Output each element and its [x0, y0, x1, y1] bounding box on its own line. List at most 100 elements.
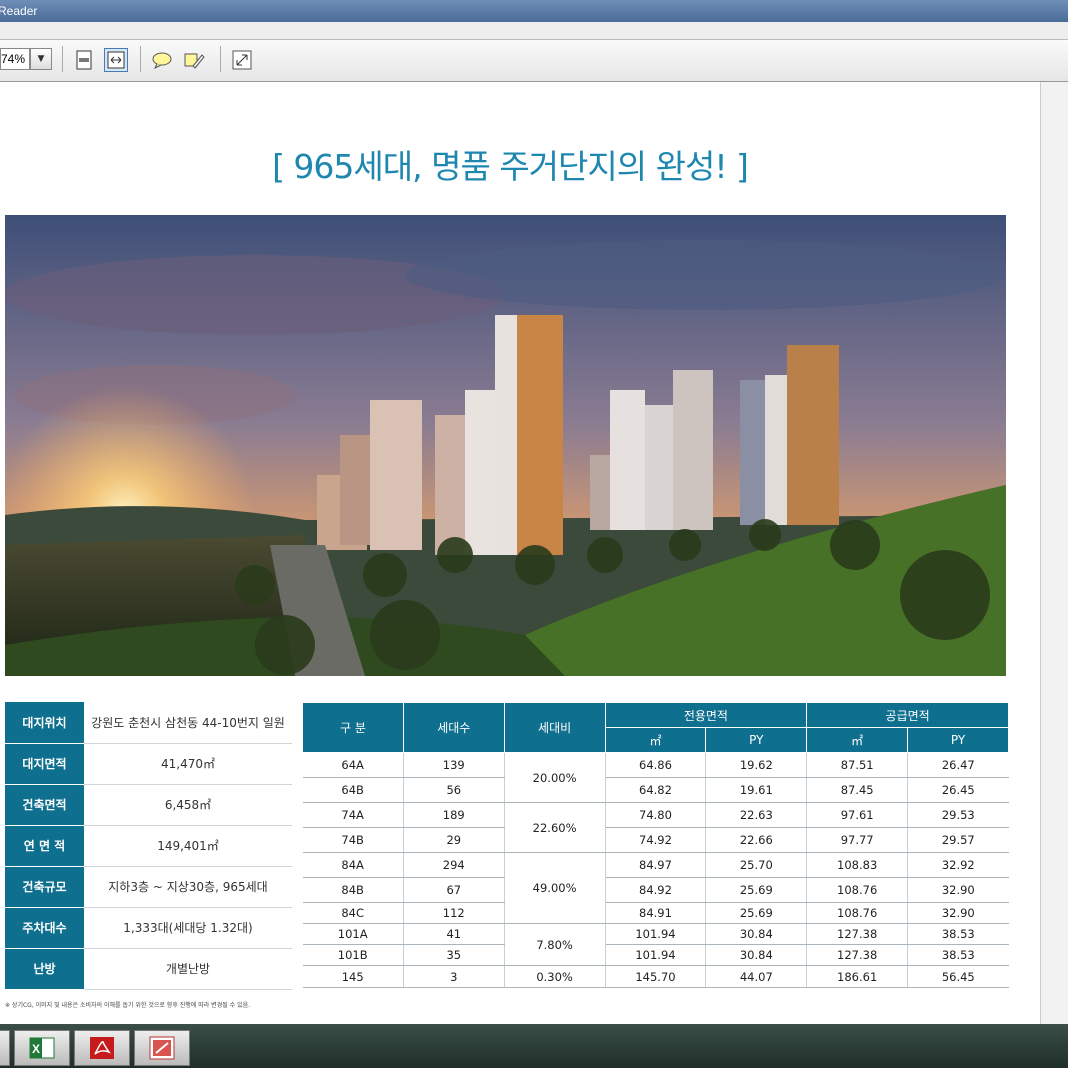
table-row: 84B 67 84.92 25.69 108.76 32.90 — [302, 877, 1009, 903]
table-row: 84C 112 84.91 25.69 108.76 32.90 — [302, 902, 1009, 924]
cell-households: 56 — [403, 777, 505, 803]
col-header-ratio: 세대비 — [503, 702, 606, 753]
cell-supply-py: 26.47 — [907, 752, 1009, 778]
taskbar-ppt[interactable] — [134, 1030, 190, 1066]
info-label: 주차대수 — [5, 907, 84, 949]
apartment-rendering-image — [5, 215, 1006, 676]
zoom-dropdown-button[interactable]: ▼ — [30, 48, 52, 70]
cell-supply-m2: 87.51 — [806, 752, 909, 778]
cell-supply-py: 32.90 — [907, 877, 1009, 903]
cell-type: 64B — [302, 777, 404, 803]
cell-households: 29 — [403, 827, 505, 853]
expand-button[interactable] — [230, 48, 254, 72]
table-row: 74A 189 22.60% 74.80 22.63 97.61 29.53 — [302, 802, 1009, 853]
highlight-pen-icon — [184, 53, 205, 69]
cell-supply-py: 38.53 — [907, 923, 1009, 945]
cell-exclusive-py: 44.07 — [705, 965, 808, 988]
cell-supply-py: 29.57 — [907, 827, 1009, 853]
fit-width-button[interactable] — [104, 48, 128, 72]
info-label: 대지위치 — [5, 702, 84, 744]
taskbar-excel[interactable]: X — [14, 1030, 70, 1066]
table-row: 145 3 0.30% 145.70 44.07 186.61 56.45 — [302, 965, 1009, 988]
cell-supply-m2: 97.61 — [806, 802, 909, 828]
vertical-scrollbar[interactable] — [1040, 82, 1068, 1024]
info-row: 연 면 적 149,401㎡ — [5, 825, 292, 867]
table-row: 64B 56 64.82 19.61 87.45 26.45 — [302, 777, 1009, 803]
info-label: 건축면적 — [5, 784, 84, 826]
toolbar-separator — [220, 46, 221, 72]
menu-bar — [0, 22, 1068, 40]
cell-ratio: 7.80% — [504, 923, 606, 966]
cell-type: 84C — [302, 902, 404, 924]
cell-exclusive-m2: 101.94 — [605, 923, 707, 945]
info-row: 난방 개별난방 — [5, 948, 292, 990]
taskbar-item[interactable] — [0, 1030, 10, 1066]
cell-supply-py: 38.53 — [907, 944, 1009, 966]
cell-households: 67 — [403, 877, 505, 903]
cell-households: 3 — [403, 965, 505, 988]
cell-exclusive-py: 22.66 — [705, 827, 808, 853]
cell-supply-m2: 127.38 — [806, 944, 909, 966]
cell-supply-py: 26.45 — [907, 777, 1009, 803]
info-value: 6,458㎡ — [84, 784, 292, 826]
col-header-su-m2: ㎡ — [806, 727, 909, 753]
col-header-ex-m2: ㎡ — [604, 727, 707, 753]
info-row: 대지위치 강원도 춘천시 삼천동 44-10번지 일원 — [5, 702, 292, 744]
excel-icon: X — [29, 1037, 55, 1059]
info-value: 개별난방 — [84, 948, 292, 990]
site-info-table: 대지위치 강원도 춘천시 삼천동 44-10번지 일원 대지면적 41,470㎡ 건축면… — [5, 702, 292, 990]
col-header-exclusive-area: 전용면적 — [604, 702, 808, 728]
cell-households: 35 — [403, 944, 505, 966]
cell-exclusive-py: 25.69 — [705, 902, 808, 924]
cell-supply-m2: 127.38 — [806, 923, 909, 945]
cell-exclusive-m2: 64.82 — [605, 777, 707, 803]
taskbar-acrobat[interactable] — [74, 1030, 130, 1066]
cell-exclusive-py: 19.61 — [705, 777, 808, 803]
fit-page-button[interactable] — [72, 48, 96, 72]
expand-arrows-icon — [232, 50, 252, 70]
info-label: 대지면적 — [5, 743, 84, 785]
cell-exclusive-m2: 84.92 — [605, 877, 707, 903]
info-row: 주차대수 1,333대(세대당 1.32대) — [5, 907, 292, 949]
cell-type: 74A — [302, 802, 404, 828]
col-header-households: 세대수 — [402, 702, 505, 753]
cell-exclusive-m2: 84.91 — [605, 902, 707, 924]
info-row: 건축규모 지하3층 ~ 지상30층, 965세대 — [5, 866, 292, 908]
cell-exclusive-m2: 145.70 — [605, 965, 707, 988]
acrobat-icon — [90, 1037, 114, 1059]
cell-ratio: 49.00% — [504, 852, 606, 924]
info-value: 지하3층 ~ 지상30층, 965세대 — [84, 866, 292, 908]
cell-exclusive-m2: 84.97 — [605, 852, 707, 878]
cell-type: 64A — [302, 752, 404, 778]
comment-button[interactable] — [150, 48, 174, 72]
cell-supply-m2: 108.83 — [806, 852, 909, 878]
window-titlebar: Reader — [0, 0, 1068, 22]
col-header-ex-py: PY — [705, 727, 808, 753]
zoom-input[interactable]: 74% — [0, 48, 30, 70]
cell-exclusive-py: 25.70 — [705, 852, 808, 878]
cell-supply-py: 29.53 — [907, 802, 1009, 828]
cell-exclusive-m2: 74.92 — [605, 827, 707, 853]
toolbar-separator — [140, 46, 141, 72]
cell-households: 189 — [403, 802, 505, 828]
toolbar-separator — [62, 46, 63, 72]
cell-ratio: 22.60% — [504, 802, 606, 853]
cell-type: 84B — [302, 877, 404, 903]
highlight-button[interactable] — [182, 48, 206, 72]
cell-exclusive-py: 30.84 — [705, 944, 808, 966]
unit-type-table: 구 분 세대수 세대비 전용면적 공급면적 ㎡ PY ㎡ PY 64A 139 20… — [302, 702, 1009, 988]
info-label: 난방 — [5, 948, 84, 990]
cell-supply-m2: 108.76 — [806, 877, 909, 903]
cell-type: 145 — [302, 965, 404, 988]
footnote: ※ 상기CG, 이미지 및 내용은 소비자의 이해를 돕기 위한 것으로 향후 … — [5, 1002, 251, 1009]
cell-supply-m2: 186.61 — [806, 965, 909, 988]
info-label: 연 면 적 — [5, 825, 84, 867]
info-value: 41,470㎡ — [84, 743, 292, 785]
cell-type: 101B — [302, 944, 404, 966]
cell-supply-py: 32.92 — [907, 852, 1009, 878]
info-value: 1,333대(세대당 1.32대) — [84, 907, 292, 949]
cell-households: 41 — [403, 923, 505, 945]
cell-ratio: 0.30% — [504, 965, 606, 988]
cell-type: 84A — [302, 852, 404, 878]
cell-supply-m2: 97.77 — [806, 827, 909, 853]
